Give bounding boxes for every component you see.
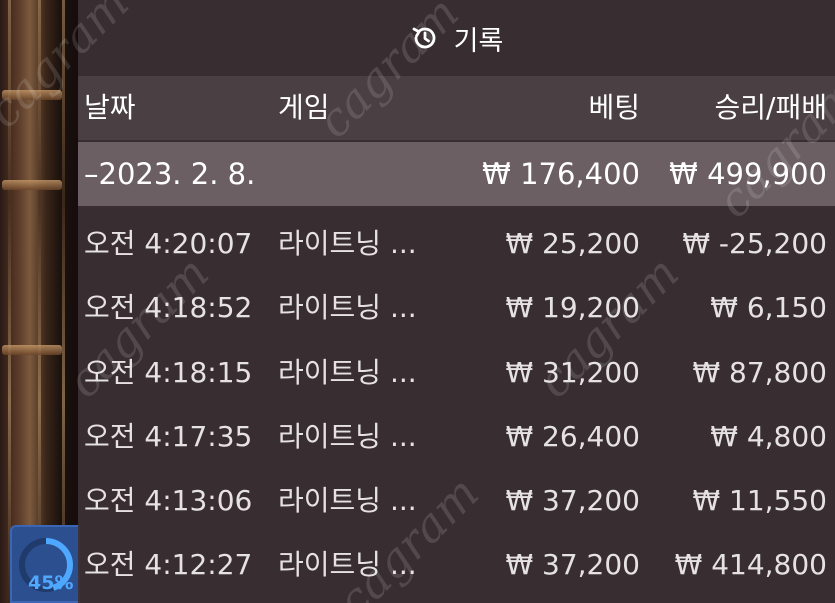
row-bet: ₩ 19,200 xyxy=(505,291,640,325)
row-bet: ₩ 37,200 xyxy=(505,484,640,518)
history-icon xyxy=(412,27,435,49)
column-header-bet[interactable]: 베팅 xyxy=(588,76,640,140)
row-time: 오전 4:20:07 xyxy=(84,227,253,260)
panel-title: 기록 xyxy=(453,25,504,57)
row-win-loss: ₩ 4,800 xyxy=(710,419,827,453)
row-game: 라이트닝 ... xyxy=(278,355,417,389)
row-bet: ₩ 25,200 xyxy=(505,227,640,260)
history-row[interactable]: 오전 4:12:27 라이트닝 ... ₩ 37,200 ₩ 414,800 xyxy=(78,533,835,597)
row-win-loss: ₩ 11,550 xyxy=(692,484,827,518)
row-game: 라이트닝 ... xyxy=(278,548,417,582)
row-game: 라이트닝 ... xyxy=(278,227,417,260)
summary-win-loss: ₩ 499,900 xyxy=(669,157,827,191)
summary-bet: ₩ 176,400 xyxy=(482,157,640,191)
column-header-date[interactable]: 날짜 xyxy=(84,76,136,140)
row-bet: ₩ 26,400 xyxy=(505,419,640,453)
pillar-ring xyxy=(2,345,62,355)
row-time: 오전 4:13:06 xyxy=(84,484,253,518)
row-time: 오전 4:17:35 xyxy=(84,419,253,453)
history-row[interactable]: 오전 4:17:35 라이트닝 ... ₩ 26,400 ₩ 4,800 xyxy=(78,405,835,469)
column-header-row: 날짜 게임 베팅 승리/패배 xyxy=(78,76,835,140)
pillar-ring xyxy=(2,180,62,190)
row-time: 오전 4:12:27 xyxy=(84,548,253,582)
row-win-loss: ₩ 414,800 xyxy=(674,548,827,582)
column-header-game[interactable]: 게임 xyxy=(278,76,330,140)
history-panel: 기록 날짜 게임 베팅 승리/패배 –2023. 2. 8. ₩ 176,400… xyxy=(78,0,835,603)
row-game: 라이트닝 ... xyxy=(278,419,417,453)
history-list: 오전 4:20:07 라이트닝 ... ₩ 25,200 ₩ -25,200 오… xyxy=(78,212,835,598)
history-row[interactable]: 오전 4:18:52 라이트닝 ... ₩ 19,200 ₩ 6,150 xyxy=(78,276,835,340)
history-row[interactable]: 오전 4:20:07 라이트닝 ... ₩ 25,200 ₩ -25,200 xyxy=(78,212,835,276)
row-bet: ₩ 31,200 xyxy=(505,355,640,389)
summary-date: –2023. 2. 8. xyxy=(84,157,256,191)
row-game: 라이트닝 ... xyxy=(278,291,417,325)
row-win-loss: ₩ -25,200 xyxy=(682,227,827,260)
pillar-ring xyxy=(2,90,62,100)
row-win-loss: ₩ 6,150 xyxy=(710,291,827,325)
screen: 45% 기록 날짜 게임 베팅 승리/패배 –2023. 2. 8. ₩ 176… xyxy=(0,0,835,603)
history-row[interactable]: 오전 4:18:15 라이트닝 ... ₩ 31,200 ₩ 87,800 xyxy=(78,341,835,405)
history-row[interactable]: 오전 4:13:06 라이트닝 ... ₩ 37,200 ₩ 11,550 xyxy=(78,469,835,533)
game-background xyxy=(0,0,80,603)
row-game: 라이트닝 ... xyxy=(278,484,417,518)
pillar-line xyxy=(62,0,65,603)
row-bet: ₩ 37,200 xyxy=(505,548,640,582)
column-header-win-loss[interactable]: 승리/패배 xyxy=(715,76,827,140)
panel-header: 기록 xyxy=(78,0,835,76)
row-time: 오전 4:18:15 xyxy=(84,355,253,389)
progress-label: 45% xyxy=(28,572,74,594)
row-win-loss: ₩ 87,800 xyxy=(692,355,827,389)
row-time: 오전 4:18:52 xyxy=(84,291,253,325)
date-summary-row[interactable]: –2023. 2. 8. ₩ 176,400 ₩ 499,900 xyxy=(78,142,835,206)
